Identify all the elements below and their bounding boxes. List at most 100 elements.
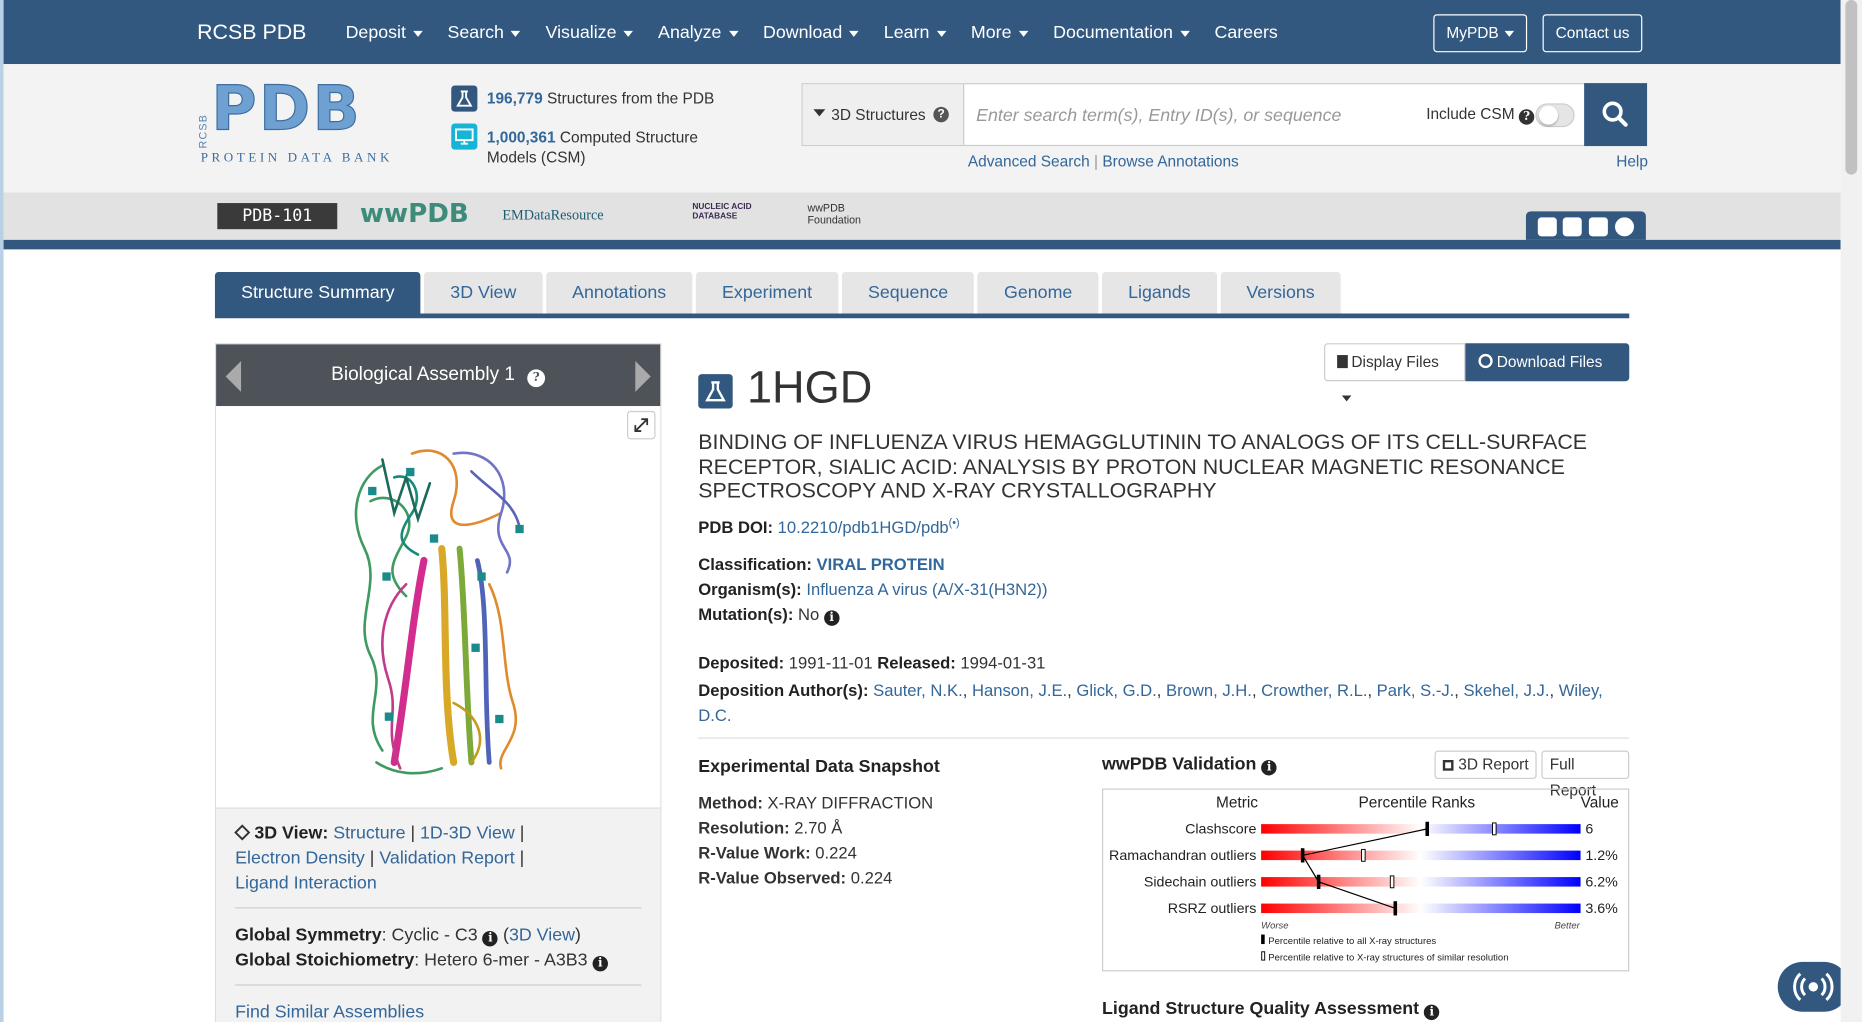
wwpdb-foundation-logo[interactable]: wwPDB Foundation <box>775 202 864 226</box>
help-link[interactable]: Help <box>1616 152 1648 170</box>
caret-down-icon <box>849 30 859 37</box>
search-bar: 3D Structures ? Include CSM ? <box>801 83 1648 147</box>
display-files-button[interactable]: Display Files <box>1324 343 1466 402</box>
info-icon[interactable]: i <box>482 931 499 947</box>
validation-report-link[interactable]: Validation Report <box>379 848 514 868</box>
search-button[interactable] <box>1584 83 1648 147</box>
next-arrow-icon[interactable] <box>635 361 651 392</box>
nucleic-acid-database-logo[interactable]: NUCLEIC ACID DATABASE <box>645 203 754 229</box>
menu-documentation[interactable]: Documentation <box>1053 23 1190 43</box>
validation-slider-chart: Metric Percentile Ranks Value Clashscore… <box>1102 788 1630 972</box>
twitter-icon[interactable] <box>1562 217 1582 237</box>
tab-annotations[interactable]: Annotations <box>546 271 693 314</box>
author-link[interactable]: Skehel, J.J. <box>1464 680 1550 699</box>
advanced-search-link[interactable]: Advanced Search <box>968 152 1090 170</box>
search-input[interactable] <box>976 100 1368 130</box>
organism-link[interactable]: Influenza A virus (A/X-31(H3N2)) <box>806 580 1047 599</box>
percentile-bar <box>1261 877 1581 887</box>
tab-sequence[interactable]: Sequence <box>841 271 975 314</box>
author-link[interactable]: Glick, G.D. <box>1076 680 1156 699</box>
view-label: 3D View <box>254 822 323 844</box>
feedback-button[interactable] <box>1777 961 1849 1012</box>
experimental-snapshot: Experimental Data Snapshot Method: X-RAY… <box>698 754 1078 891</box>
caret-down-icon <box>936 30 946 37</box>
site-header: RCSB PDB PROTEIN DATA BANK 196,779 Struc… <box>3 64 1841 193</box>
prev-arrow-icon[interactable] <box>225 361 242 392</box>
metric-value: 1.2% <box>1585 848 1618 864</box>
structure-link[interactable]: Structure <box>333 823 405 843</box>
github-icon[interactable] <box>1615 217 1634 237</box>
wwpdb-logo[interactable]: wwPDB <box>360 200 469 230</box>
electron-density-link[interactable]: Electron Density <box>235 848 365 868</box>
help-icon[interactable]: ? <box>527 369 546 388</box>
similar-resolution-marker <box>1492 822 1497 836</box>
tab-experiment[interactable]: Experiment <box>695 271 839 314</box>
contact-button[interactable]: Contact us <box>1542 14 1643 53</box>
info-icon[interactable]: i <box>823 610 840 626</box>
1d-3d-view-link[interactable]: 1D-3D View <box>420 823 515 843</box>
pdb-logo[interactable]: RCSB PDB PROTEIN DATA BANK <box>197 73 435 165</box>
help-icon[interactable]: ? <box>933 106 949 123</box>
author-link[interactable]: Hanson, J.E. <box>972 680 1067 699</box>
browse-annotations-link[interactable]: Browse Annotations <box>1102 152 1238 170</box>
similar-resolution-marker <box>1361 848 1366 862</box>
3d-report-button[interactable]: 3D Report <box>1434 750 1537 779</box>
menu-careers[interactable]: Careers <box>1214 23 1277 43</box>
info-icon[interactable]: i <box>1424 1004 1440 1021</box>
deposited-label: Deposited: <box>698 653 785 673</box>
author-link[interactable]: Brown, J.H. <box>1166 680 1252 699</box>
menu-search[interactable]: Search <box>448 23 521 43</box>
metric-value: 6.2% <box>1585 875 1618 891</box>
info-icon[interactable]: i <box>592 955 608 972</box>
author-link[interactable]: Park, S.-J. <box>1377 680 1455 699</box>
emdataresource-logo[interactable]: EMDataResource <box>502 207 603 225</box>
ligand-heading-text: Ligand Structure Quality Assessment <box>1102 998 1420 1019</box>
author-link[interactable]: Sauter, N.K. <box>873 680 963 699</box>
rwork-row: R-Value Work: 0.224 <box>698 841 1078 866</box>
menu-visualize[interactable]: Visualize <box>546 23 634 43</box>
menu-download[interactable]: Download <box>763 23 859 43</box>
tab-structure-summary[interactable]: Structure Summary <box>214 271 421 314</box>
entry-title: BINDING OF INFLUENZA VIRUS HEMAGGLUTININ… <box>698 429 1588 503</box>
expand-icon[interactable] <box>627 410 656 440</box>
structure-viewer[interactable] <box>216 406 661 808</box>
mypdb-button[interactable]: MyPDB <box>1433 14 1528 53</box>
legend-all-marker <box>1261 934 1265 945</box>
facebook-icon[interactable] <box>1537 217 1557 237</box>
pdb101-logo[interactable]: PDB-101 <box>217 203 338 230</box>
ligand-interaction-link[interactable]: Ligand Interaction <box>235 873 377 893</box>
find-similar-assemblies-link[interactable]: Find Similar Assemblies <box>235 1000 641 1022</box>
flask-icon <box>451 85 478 112</box>
tab-ligands[interactable]: Ligands <box>1102 271 1217 314</box>
ligand-quality-heading: Ligand Structure Quality Assessment i <box>1102 998 1440 1021</box>
csm-count[interactable]: 1,000,361 <box>487 128 556 146</box>
youtube-icon[interactable] <box>1588 217 1608 237</box>
info-icon[interactable]: i <box>1261 760 1277 776</box>
help-icon[interactable]: ? <box>1518 109 1535 125</box>
tab-versions[interactable]: Versions <box>1220 271 1341 314</box>
search-scope-dropdown[interactable]: 3D Structures ? <box>802 84 965 145</box>
global-symmetry: Global Symmetry: Cyclic - C3 i (3D View) <box>235 925 581 947</box>
full-report-button[interactable]: Full Report <box>1541 750 1630 799</box>
menu-learn[interactable]: Learn <box>884 23 946 43</box>
menu-more[interactable]: More <box>971 23 1029 43</box>
author-link[interactable]: Crowther, R.L. <box>1261 680 1367 699</box>
file-buttons: Display Files Download Files <box>1324 343 1630 402</box>
organism-row: Organism(s): Influenza A virus (A/X-31(H… <box>698 580 1047 599</box>
menu-label: Deposit <box>345 22 406 43</box>
classification-link[interactable]: VIRAL PROTEIN <box>817 555 945 574</box>
doi-link[interactable]: 10.2210/pdb1HGD/pdb <box>778 517 949 536</box>
scrollbar[interactable] <box>1840 0 1862 1022</box>
include-csm-toggle[interactable] <box>1535 103 1575 128</box>
file-icon <box>1337 355 1348 369</box>
download-files-button[interactable]: Download Files <box>1465 343 1630 402</box>
menu-deposit[interactable]: Deposit <box>346 23 423 43</box>
menu-analyze[interactable]: Analyze <box>658 23 739 43</box>
tab-3d-view[interactable]: 3D View <box>424 271 543 314</box>
scrollbar-thumb[interactable] <box>1845 0 1858 175</box>
structures-count[interactable]: 196,779 <box>487 89 543 107</box>
tab-genome[interactable]: Genome <box>977 271 1099 314</box>
symmetry-3d-view-link[interactable]: 3D View <box>509 925 575 945</box>
search-links: Advanced Search | Browse Annotations <box>968 152 1239 170</box>
brand-link[interactable]: RCSB PDB <box>197 20 306 45</box>
